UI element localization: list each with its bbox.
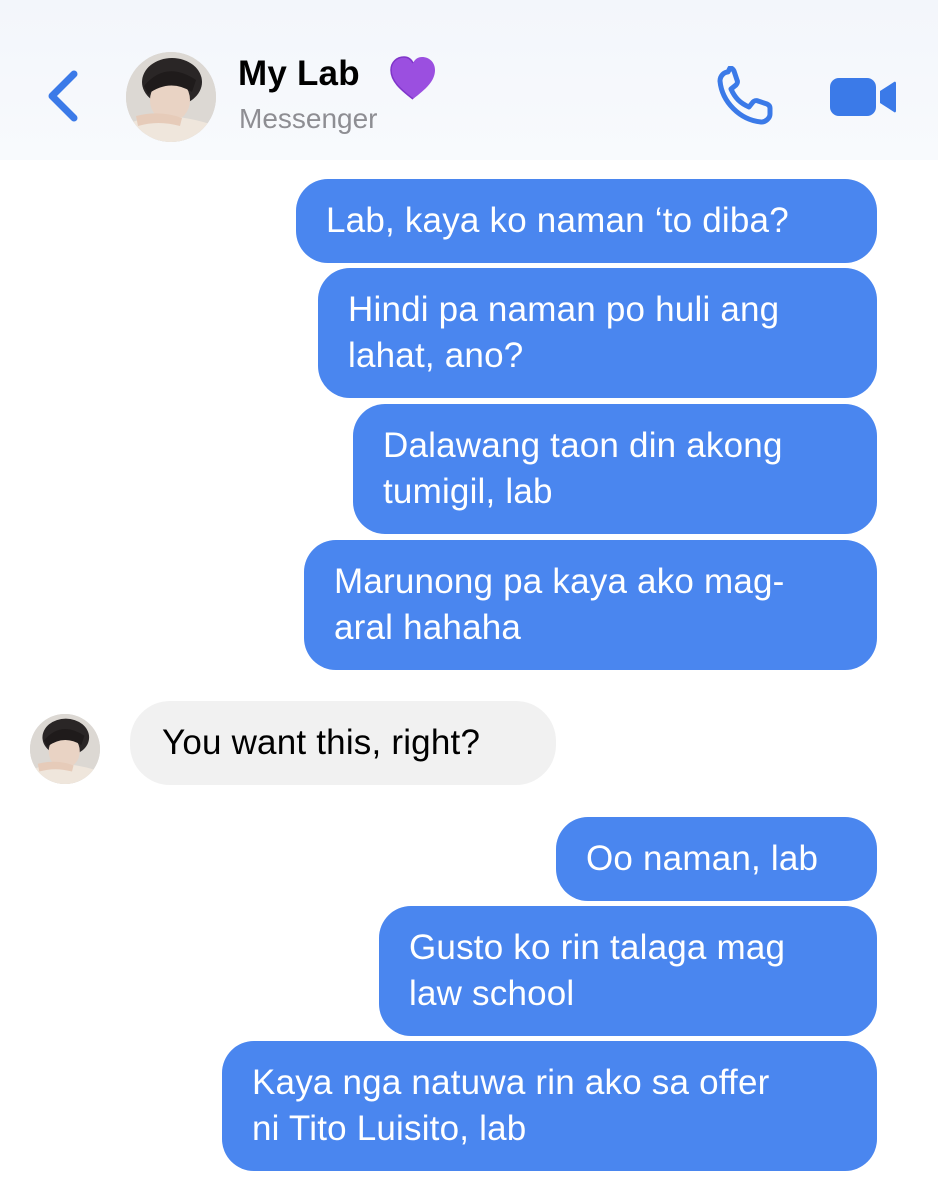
message-text: Lab, kaya ko naman ‘to diba? xyxy=(326,201,789,240)
message-text: lahat, ano? xyxy=(348,336,524,375)
message-bubble-outgoing[interactable]: Oo naman, lab xyxy=(556,817,877,901)
message-text: Oo naman, lab xyxy=(586,839,819,878)
message-bubble-outgoing[interactable]: Gusto ko rin talaga mag law school xyxy=(379,906,877,1036)
chevron-left-icon xyxy=(48,70,78,122)
message-text: Marunong pa kaya ako mag- xyxy=(334,562,785,601)
purple-heart-icon xyxy=(390,56,435,100)
contact-avatar-small[interactable] xyxy=(30,714,100,784)
message-text: tumigil, lab xyxy=(383,472,553,511)
audio-call-button[interactable] xyxy=(714,65,776,128)
message-text: Dalawang taon din akong xyxy=(383,426,783,465)
message-bubble-outgoing[interactable]: Hindi pa naman po huli ang lahat, ano? xyxy=(318,268,877,398)
back-button[interactable] xyxy=(36,64,86,128)
message-bubble-outgoing[interactable]: Marunong pa kaya ako mag- aral hahaha xyxy=(304,540,877,670)
message-text: ni Tito Luisito, lab xyxy=(252,1109,527,1148)
message-text: Gusto ko rin talaga mag xyxy=(409,928,786,967)
video-camera-icon xyxy=(830,78,896,116)
message-text: Hindi pa naman po huli ang xyxy=(348,290,780,329)
message-text: law school xyxy=(409,974,575,1013)
message-bubble-incoming[interactable]: You want this, right? xyxy=(130,701,556,785)
chat-header: My Lab Messenger xyxy=(0,0,938,160)
message-text: You want this, right? xyxy=(162,723,481,762)
contact-name[interactable]: My Lab xyxy=(238,54,360,94)
message-bubble-outgoing[interactable]: Kaya nga natuwa rin ako sa offer ni Tito… xyxy=(222,1041,877,1171)
contact-subtitle: Messenger xyxy=(239,103,378,134)
contact-avatar[interactable] xyxy=(126,52,216,142)
phone-icon xyxy=(717,65,773,125)
chat-screen: My Lab Messenger Lab, kaya ko naman ‘to … xyxy=(0,0,938,1200)
message-bubble-outgoing[interactable]: Lab, kaya ko naman ‘to diba? xyxy=(296,179,877,263)
video-call-button[interactable] xyxy=(828,74,898,120)
message-text: aral hahaha xyxy=(334,608,522,647)
message-text: Kaya nga natuwa rin ako sa offer xyxy=(252,1063,770,1102)
message-bubble-outgoing[interactable]: Dalawang taon din akong tumigil, lab xyxy=(353,404,877,534)
